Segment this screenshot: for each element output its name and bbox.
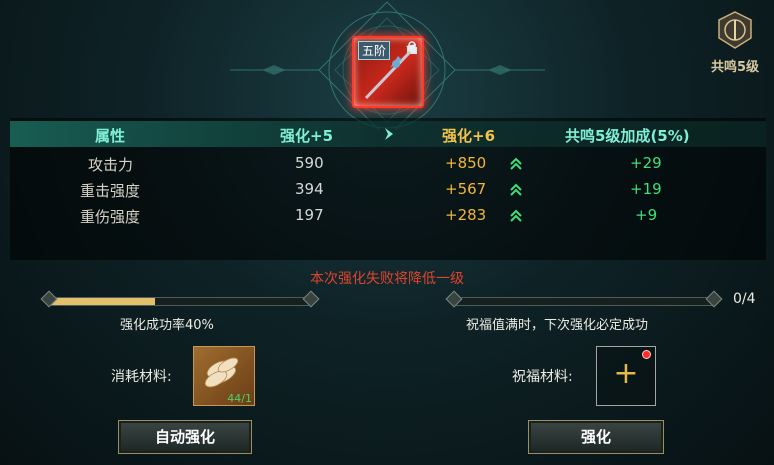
double-up-arrow-icon <box>510 157 522 170</box>
resonance-level[interactable]: 共鸣5级 <box>702 10 768 75</box>
attr-bonus: +19 <box>630 180 662 198</box>
bless-material-label: 祝福材料: <box>512 369 573 385</box>
blessing-hint: 祝福值满时，下次强化必定成功 <box>466 318 649 333</box>
bless-material-slot[interactable]: + <box>596 346 656 406</box>
notification-dot <box>642 350 651 359</box>
header-attribute: 属性 <box>95 127 126 145</box>
resonance-emblem-icon <box>718 11 752 49</box>
success-rate-bar <box>50 297 312 306</box>
header-next: 强化+6 <box>442 127 496 145</box>
attribute-table: 属性 强化+5 强化+6 共鸣5级加成(5%) 攻击力 590 +850 +29… <box>10 118 766 260</box>
success-rate-label: 强化成功率40% <box>120 318 214 333</box>
consume-material-slot[interactable]: 44/1 <box>193 346 255 406</box>
table-row: 重伤强度 197 +283 +9 <box>10 204 766 228</box>
table-header: 属性 强化+5 强化+6 共鸣5级加成(5%) <box>10 121 766 147</box>
header-bonus: 共鸣5级加成(5%) <box>565 127 690 145</box>
attr-bonus: +9 <box>635 206 658 224</box>
add-icon: + <box>613 356 639 391</box>
attr-next: +850 <box>445 154 487 172</box>
auto-enhance-button[interactable]: 自动强化 <box>118 420 252 454</box>
attr-next: +283 <box>445 206 487 224</box>
attr-current: 394 <box>295 180 324 198</box>
equipment-slot[interactable]: 五阶 <box>352 36 424 108</box>
table-row: 攻击力 590 +850 +29 <box>10 152 766 176</box>
attr-bonus: +29 <box>630 154 662 172</box>
material-count: 44/1 <box>227 392 252 405</box>
failure-warning: 本次强化失败将降低一级 <box>310 271 464 287</box>
double-up-arrow-icon <box>510 209 522 222</box>
enhance-button[interactable]: 强化 <box>528 420 664 454</box>
success-rate-fill <box>51 298 155 305</box>
spear-weapon-icon <box>364 44 416 100</box>
attr-current: 590 <box>295 154 324 172</box>
double-up-arrow-icon <box>510 183 522 196</box>
table-row: 重击强度 394 +567 +19 <box>10 178 766 202</box>
attr-name: 重击强度 <box>80 182 141 200</box>
attr-current: 197 <box>295 206 324 224</box>
attr-next: +567 <box>445 180 487 198</box>
consume-label: 消耗材料: <box>111 369 172 385</box>
arrow-right-icon <box>385 128 393 140</box>
attr-name: 重伤强度 <box>80 208 141 226</box>
blessing-progress: 0/4 <box>733 291 756 307</box>
blessing-bar <box>455 297 715 306</box>
header-current: 强化+5 <box>280 127 334 145</box>
attr-name: 攻击力 <box>88 156 134 174</box>
resonance-label: 共鸣5级 <box>710 60 760 75</box>
